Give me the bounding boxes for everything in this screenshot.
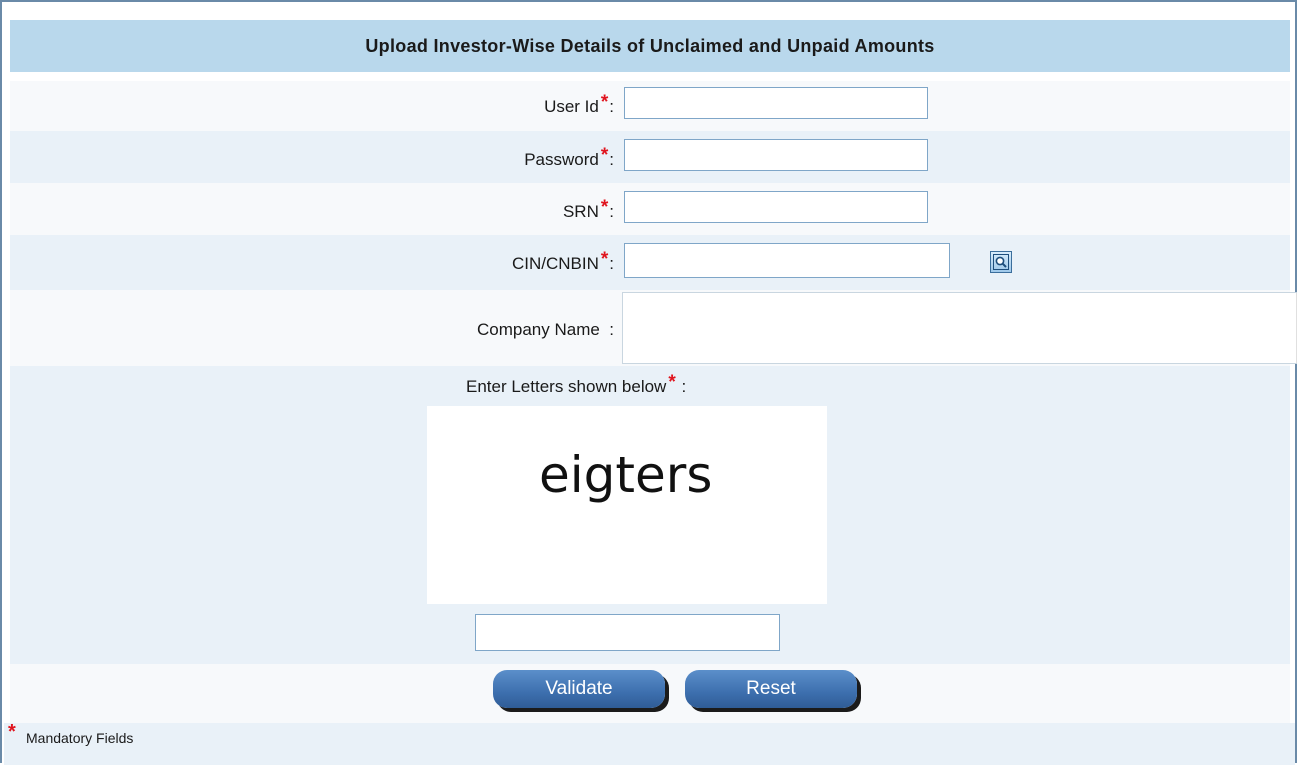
company-name-textarea[interactable]: [622, 292, 1297, 364]
required-asterisk: *: [8, 721, 16, 743]
required-asterisk: *: [600, 249, 609, 270]
captcha-image: eigters: [427, 406, 827, 604]
srn-input[interactable]: [624, 191, 928, 223]
company-name-label: Company Name :: [476, 320, 614, 339]
search-lookup-icon[interactable]: [990, 251, 1012, 273]
required-asterisk: *: [600, 197, 609, 218]
user-id-input[interactable]: [624, 87, 928, 119]
captcha-graphic: eigters: [539, 446, 712, 504]
captcha-label: Enter Letters shown below * :: [466, 372, 687, 396]
captcha-section: Enter Letters shown below * : eigters: [10, 366, 1290, 664]
password-label: Password *:: [524, 145, 614, 169]
cin-row: CIN/CNBIN *:: [10, 235, 1290, 290]
form-title: Upload Investor-Wise Details of Unclaime…: [10, 20, 1290, 72]
footer-note: * Mandatory Fields: [4, 721, 1295, 765]
captcha-input[interactable]: [475, 614, 780, 651]
magnifier-icon: [993, 254, 1009, 270]
form-frame: Upload Investor-Wise Details of Unclaime…: [0, 0, 1297, 765]
reset-button[interactable]: Reset: [685, 670, 857, 708]
required-asterisk: *: [600, 92, 609, 113]
captcha-text: eigters: [539, 446, 712, 504]
user-id-label: User Id *:: [544, 92, 614, 116]
password-row: Password *:: [10, 131, 1290, 183]
company-name-row: Company Name :: [10, 290, 1297, 366]
cin-label: CIN/CNBIN *:: [511, 249, 614, 273]
password-input[interactable]: [624, 139, 928, 171]
mandatory-fields-note: Mandatory Fields: [26, 730, 134, 746]
srn-row: SRN *:: [10, 183, 1290, 235]
srn-label: SRN *:: [562, 197, 614, 221]
required-asterisk: *: [668, 372, 676, 393]
user-id-row: User Id *:: [10, 81, 1290, 131]
validate-button[interactable]: Validate: [493, 670, 665, 708]
required-asterisk: *: [600, 145, 609, 166]
cin-input[interactable]: [624, 243, 950, 278]
buttons-row: Validate Reset: [10, 664, 1290, 723]
